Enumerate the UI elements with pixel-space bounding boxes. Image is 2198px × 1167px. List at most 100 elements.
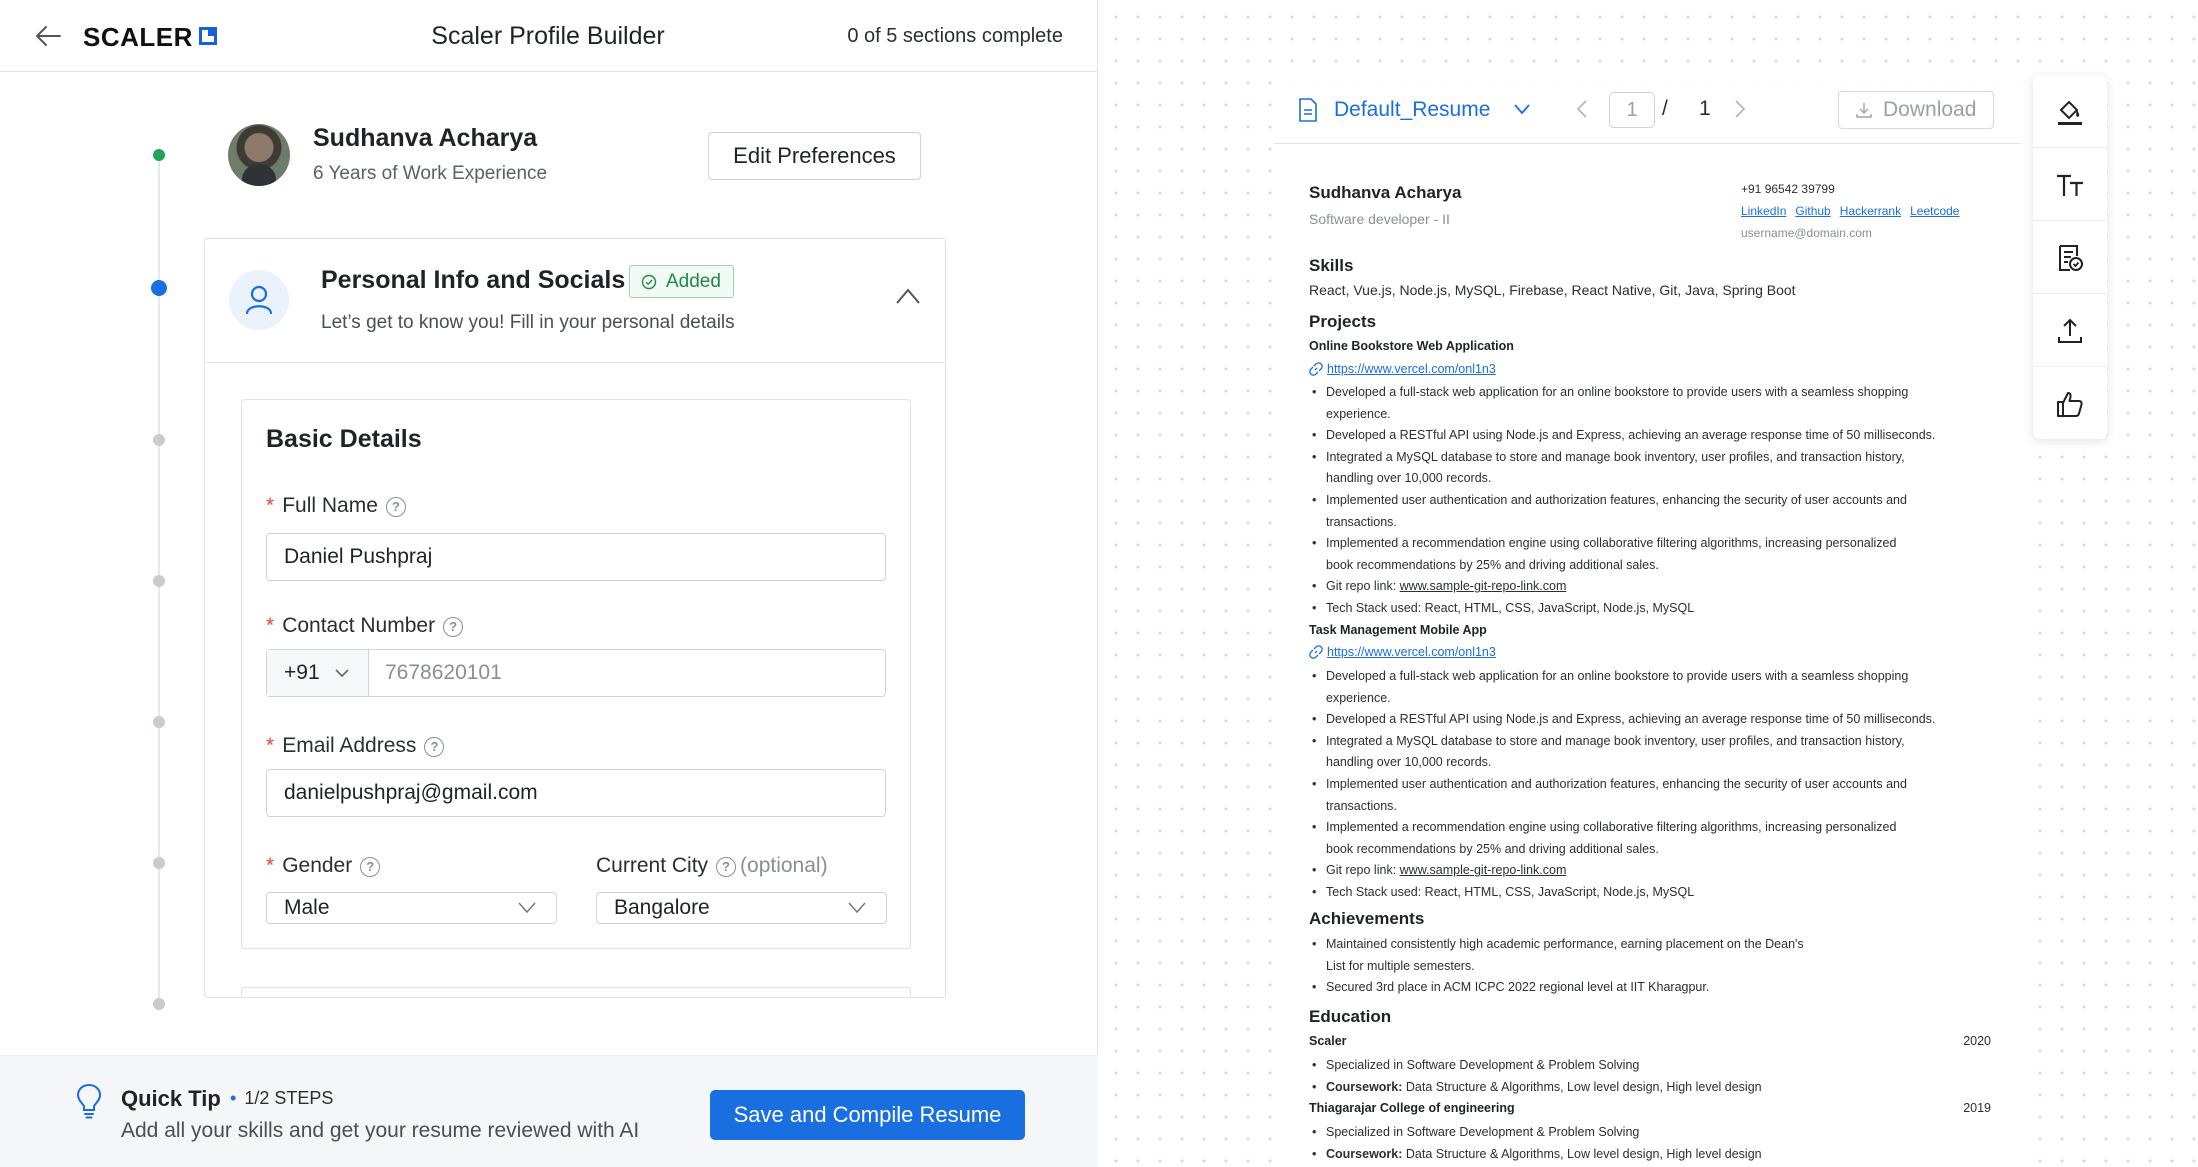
- chevron-right-icon[interactable]: [1734, 100, 1746, 118]
- list-item: Integrated a MySQL database to store and…: [1312, 447, 1996, 490]
- repo-link[interactable]: www.sample-git-repo-link.com: [1400, 863, 1567, 877]
- download-icon: [1856, 103, 1872, 118]
- education-school: Scaler: [1309, 1034, 1347, 1048]
- contact-number-field: +91: [266, 649, 886, 697]
- list-item: Implemented a recommendation engine usin…: [1312, 817, 1996, 860]
- help-icon[interactable]: ?: [443, 617, 464, 637]
- resume-file-select[interactable]: Default_Resume: [1334, 98, 1490, 122]
- basic-details-form: Basic Details *Full Name? *Contact Numbe…: [241, 399, 911, 949]
- list-item: Implemented a recommendation engine usin…: [1312, 533, 1996, 576]
- list-item: Integrated a MySQL database to store and…: [1312, 731, 1996, 774]
- timeline-dot: [153, 575, 165, 587]
- email-label: * Email Address?: [266, 734, 445, 758]
- list-item: Git repo link: www.sample-git-repo-link.…: [1312, 860, 1996, 882]
- basic-details-title: Basic Details: [266, 425, 422, 453]
- status-badge: Added: [629, 265, 734, 298]
- logo-mark-icon: [198, 27, 217, 45]
- resume-document: Sudhanva Acharya Software developer - II…: [1274, 145, 2021, 1167]
- full-name-label: * Full Name?: [266, 494, 406, 518]
- chevron-left-icon[interactable]: [1576, 100, 1588, 118]
- document-icon: [1299, 98, 1317, 122]
- timeline-dot: [153, 998, 165, 1010]
- timeline-dot: [153, 434, 165, 446]
- help-icon[interactable]: ?: [716, 857, 737, 877]
- quick-tip-text: Add all your skills and get your resume …: [121, 1119, 640, 1142]
- next-form-block: [241, 987, 911, 997]
- skills-heading: Skills: [1309, 256, 1354, 275]
- full-name-input[interactable]: [266, 533, 886, 581]
- font-settings-button[interactable]: [2033, 148, 2107, 221]
- gender-label: * Gender?: [266, 854, 381, 878]
- timeline-dot: [153, 857, 165, 869]
- list-item: Coursework: Data Structure & Algorithms,…: [1312, 1144, 1996, 1166]
- list-item: Specialized in Software Development & Pr…: [1312, 1055, 1996, 1077]
- timeline-dot-active: [151, 280, 167, 296]
- page-total: 1: [1699, 97, 1711, 120]
- avatar: [228, 124, 290, 186]
- resume-email: username@domain.com: [1741, 226, 1872, 240]
- user-icon: [229, 270, 289, 330]
- country-code-select[interactable]: +91: [267, 650, 369, 696]
- quick-tip-footer: Quick Tip 1/2 STEPS Add all your skills …: [0, 1055, 1098, 1167]
- page-number-input[interactable]: 1: [1609, 92, 1655, 128]
- list-item: Coursework: Data Structure & Algorithms,…: [1312, 1077, 1996, 1099]
- leetcode-link[interactable]: Leetcode: [1910, 204, 1959, 218]
- sections-progress: 0 of 5 sections complete: [847, 25, 1063, 47]
- theme-color-button[interactable]: [2033, 75, 2107, 148]
- linkedin-link[interactable]: LinkedIn: [1741, 204, 1786, 218]
- education-details: Specialized in Software Development & Pr…: [1312, 1122, 1996, 1166]
- list-item: Git repo link: www.sample-git-repo-link.…: [1312, 576, 1996, 598]
- list-item: Implemented user authentication and auth…: [1312, 490, 1996, 533]
- personal-info-section: Personal Info and Socials Added Let’s ge…: [204, 238, 946, 998]
- chevron-down-icon: [518, 902, 536, 914]
- upload-icon: [2058, 318, 2082, 343]
- back-arrow-icon[interactable]: [34, 23, 62, 49]
- feedback-button[interactable]: [2033, 367, 2107, 440]
- help-icon[interactable]: ?: [424, 737, 445, 757]
- resume-tools-toolbar: [2033, 75, 2107, 439]
- list-item: Developed a RESTful API using Node.js an…: [1312, 425, 1996, 447]
- projects-heading: Projects: [1309, 312, 1377, 331]
- chevron-down-icon: [335, 669, 349, 678]
- save-compile-button[interactable]: Save and Compile Resume: [710, 1090, 1025, 1140]
- education-school: Thiagarajar College of engineering: [1309, 1101, 1515, 1115]
- gender-select[interactable]: Male: [266, 892, 557, 924]
- edit-preferences-button[interactable]: Edit Preferences: [708, 132, 921, 180]
- check-circle-icon: [641, 274, 657, 290]
- project-title: Task Management Mobile App: [1309, 623, 1487, 637]
- help-icon[interactable]: ?: [385, 497, 406, 517]
- section-header[interactable]: Personal Info and Socials Added Let’s ge…: [205, 239, 945, 363]
- help-icon[interactable]: ?: [360, 857, 381, 877]
- project-url[interactable]: https://www.vercel.com/onl1n3: [1309, 645, 1496, 659]
- list-item: Secured 3rd place in ACM ICPC 2022 regio…: [1312, 977, 1996, 999]
- list-item: Developed a RESTful API using Node.js an…: [1312, 709, 1996, 731]
- chevron-up-icon[interactable]: [895, 287, 921, 305]
- education-year: 2019: [1963, 1101, 1991, 1115]
- list-item: Maintained consistently high academic pe…: [1312, 934, 1996, 977]
- current-city-select[interactable]: Bangalore: [596, 892, 887, 924]
- contact-number-input[interactable]: [369, 650, 885, 696]
- repo-link[interactable]: www.sample-git-repo-link.com: [1400, 579, 1567, 593]
- profile-experience: 6 Years of Work Experience: [313, 163, 548, 184]
- project-url[interactable]: https://www.vercel.com/onl1n3: [1309, 362, 1496, 376]
- email-input[interactable]: [266, 769, 886, 817]
- profile-builder-pane: SCALER Scaler Profile Builder 0 of 5 sec…: [0, 0, 1098, 1167]
- list-item: Implemented user authentication and auth…: [1312, 774, 1996, 817]
- upload-button[interactable]: [2033, 294, 2107, 367]
- achievements-list: Maintained consistently high academic pe…: [1312, 934, 1996, 999]
- github-link[interactable]: Github: [1795, 204, 1830, 218]
- education-year: 2020: [1963, 1034, 1991, 1048]
- education-heading: Education: [1309, 1007, 1392, 1026]
- project-title: Online Bookstore Web Application: [1309, 339, 1514, 353]
- project-bullets: Developed a full-stack web application f…: [1312, 666, 1996, 904]
- resume-review-button[interactable]: [2033, 221, 2107, 294]
- lightbulb-icon: [76, 1083, 102, 1119]
- quick-tip-steps: 1/2 STEPS: [230, 1088, 333, 1109]
- chevron-down-icon[interactable]: [1514, 104, 1530, 115]
- hackerrank-link[interactable]: Hackerrank: [1840, 204, 1901, 218]
- download-button[interactable]: Download: [1838, 91, 1994, 129]
- resume-check-icon: [2059, 245, 2083, 271]
- scaler-logo[interactable]: SCALER: [83, 22, 217, 53]
- list-item: Tech Stack used: React, HTML, CSS, JavaS…: [1312, 882, 1996, 904]
- resume-role: Software developer - II: [1309, 211, 1450, 227]
